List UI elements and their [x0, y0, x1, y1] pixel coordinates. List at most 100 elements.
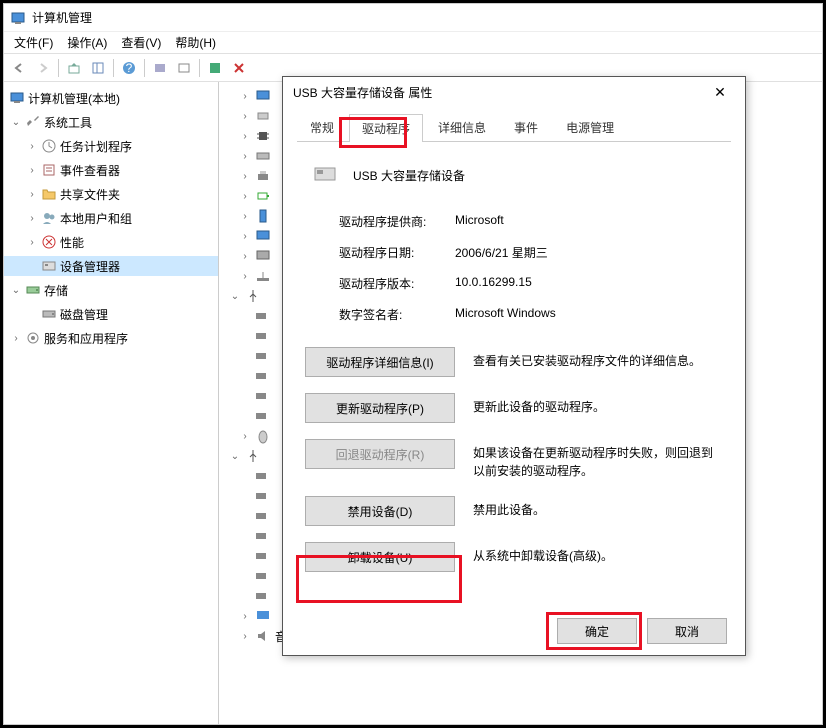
tab-events[interactable]: 事件	[501, 113, 551, 141]
mouse-icon	[255, 428, 271, 444]
expand-icon[interactable]: ›	[26, 213, 38, 224]
tab-driver[interactable]: 驱动程序	[349, 114, 423, 142]
driver-details-button[interactable]: 驱动程序详细信息(I)	[305, 347, 455, 377]
left-tree-pane: 计算机管理(本地) ⌄ 系统工具 › 任务计划程序 › 事件查看器 › 共享文件夹 › 本…	[4, 82, 219, 724]
provider-label: 驱动程序提供商:	[339, 213, 455, 230]
update-driver-button[interactable]: 更新驱动程序(P)	[305, 393, 455, 423]
tree-event-viewer[interactable]: 事件查看器	[60, 162, 120, 179]
tree-storage[interactable]: 存储	[44, 282, 68, 299]
tb-icon-1[interactable]	[149, 57, 171, 79]
menu-file[interactable]: 文件(F)	[8, 32, 59, 53]
menu-action[interactable]: 操作(A)	[61, 32, 113, 53]
tree-services-apps[interactable]: 服务和应用程序	[44, 330, 128, 347]
close-button[interactable]: ✕	[705, 77, 735, 107]
display-icon	[255, 608, 271, 624]
disk-icon	[41, 306, 57, 322]
menu-view[interactable]: 查看(V)	[115, 32, 167, 53]
expand-icon[interactable]: ›	[10, 333, 22, 344]
device-name: USB 大容量存储设备	[353, 167, 465, 184]
disable-device-desc: 禁用此设备。	[473, 496, 723, 519]
date-label: 驱动程序日期:	[339, 244, 455, 261]
tree-root[interactable]: 计算机管理(本地)	[28, 90, 120, 107]
driver-details-desc: 查看有关已安装驱动程序文件的详细信息。	[473, 347, 723, 370]
provider-value: Microsoft	[455, 213, 504, 230]
battery-icon	[255, 188, 271, 204]
tree-task-scheduler[interactable]: 任务计划程序	[60, 138, 132, 155]
tab-details[interactable]: 详细信息	[425, 113, 499, 141]
computer-icon	[9, 90, 25, 106]
version-value: 10.0.16299.15	[455, 275, 532, 292]
device-manager-icon	[41, 258, 57, 274]
menu-help[interactable]: 帮助(H)	[169, 32, 222, 53]
usb-controller-icon	[245, 448, 261, 464]
dialog-titlebar: USB 大容量存储设备 属性 ✕	[283, 77, 745, 107]
tb-icon-2[interactable]	[173, 57, 195, 79]
dialog-body: USB 大容量存储设备 驱动程序提供商:Microsoft 驱动程序日期:200…	[283, 142, 745, 607]
up-button[interactable]	[63, 57, 85, 79]
device-icon	[253, 388, 269, 404]
device-icon	[253, 468, 269, 484]
services-icon	[25, 330, 41, 346]
dialog-title: USB 大容量存储设备 属性	[293, 84, 705, 101]
portable-icon	[255, 208, 271, 224]
date-value: 2006/6/21 星期三	[455, 244, 548, 261]
device-icon	[253, 588, 269, 604]
dialog-footer: 确定 取消	[283, 607, 745, 655]
rollback-driver-button: 回退驱动程序(R)	[305, 439, 455, 469]
tree-performance[interactable]: 性能	[60, 234, 84, 251]
hid-icon	[255, 108, 271, 124]
device-icon	[253, 568, 269, 584]
tree-disk-mgmt[interactable]: 磁盘管理	[60, 306, 108, 323]
titlebar: 计算机管理	[4, 4, 822, 32]
printer-icon	[255, 168, 271, 184]
device-icon	[253, 408, 269, 424]
expand-icon[interactable]: ⌄	[10, 117, 22, 128]
monitor-icon	[255, 228, 271, 244]
audio-icon	[255, 628, 271, 644]
uninstall-device-button[interactable]: 卸载设备(U)	[305, 542, 455, 572]
help-button[interactable]: ?	[118, 57, 140, 79]
clock-icon	[41, 138, 57, 154]
device-icon	[253, 368, 269, 384]
performance-icon	[41, 234, 57, 250]
device-icon	[253, 528, 269, 544]
usb-device-icon	[311, 160, 339, 191]
cpu-icon	[255, 128, 271, 144]
device-icon	[253, 548, 269, 564]
signer-value: Microsoft Windows	[455, 306, 556, 323]
device-icon	[253, 348, 269, 364]
tree-device-manager[interactable]: 设备管理器	[60, 258, 120, 275]
tree-shared-folders[interactable]: 共享文件夹	[60, 186, 120, 203]
tb-icon-4[interactable]	[228, 57, 250, 79]
monitor-icon	[255, 88, 271, 104]
expand-icon[interactable]: ›	[26, 237, 38, 248]
monitor-icon	[255, 248, 271, 264]
rollback-driver-desc: 如果该设备在更新驱动程序时失败，则回退到以前安装的驱动程序。	[473, 439, 723, 480]
window-title: 计算机管理	[32, 9, 92, 26]
app-icon	[10, 10, 26, 26]
expand-icon[interactable]: ›	[26, 141, 38, 152]
expand-icon[interactable]: ›	[26, 189, 38, 200]
tab-general[interactable]: 常规	[297, 113, 347, 141]
properties-dialog: USB 大容量存储设备 属性 ✕ 常规 驱动程序 详细信息 事件 电源管理 US…	[282, 76, 746, 656]
tab-power[interactable]: 电源管理	[553, 113, 627, 141]
disable-device-button[interactable]: 禁用设备(D)	[305, 496, 455, 526]
tree-system-tools[interactable]: 系统工具	[44, 114, 92, 131]
cancel-button[interactable]: 取消	[647, 618, 727, 644]
svg-text:?: ?	[126, 61, 133, 75]
show-hide-button[interactable]	[87, 57, 109, 79]
tab-strip: 常规 驱动程序 详细信息 事件 电源管理	[283, 107, 745, 141]
expand-icon[interactable]: ›	[26, 165, 38, 176]
expand-icon[interactable]: ⌄	[10, 285, 22, 296]
forward-button[interactable]	[32, 57, 54, 79]
folder-icon	[41, 186, 57, 202]
disk-drive-icon	[255, 148, 271, 164]
users-icon	[41, 210, 57, 226]
device-icon	[253, 328, 269, 344]
back-button[interactable]	[8, 57, 30, 79]
update-driver-desc: 更新此设备的驱动程序。	[473, 393, 723, 416]
tb-icon-3[interactable]	[204, 57, 226, 79]
ok-button[interactable]: 确定	[557, 618, 637, 644]
storage-icon	[25, 282, 41, 298]
tree-local-users[interactable]: 本地用户和组	[60, 210, 132, 227]
